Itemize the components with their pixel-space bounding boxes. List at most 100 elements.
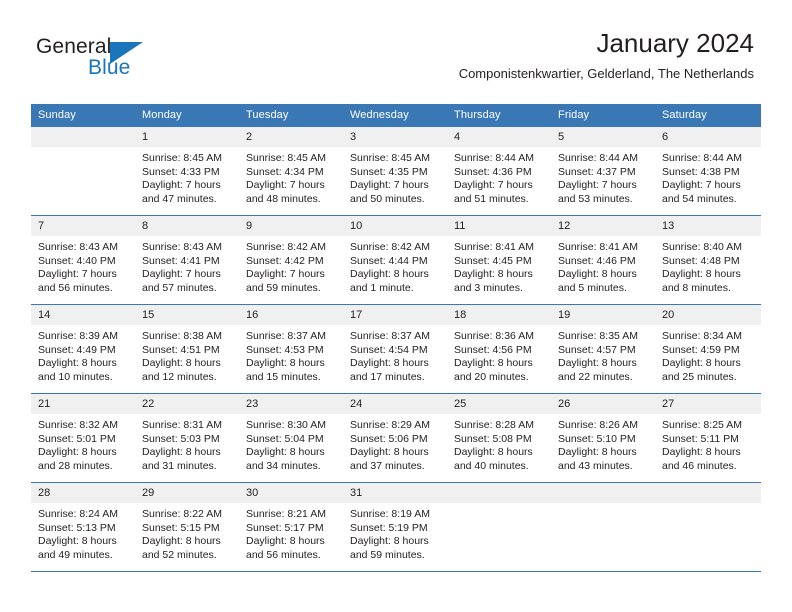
day-details: Sunrise: 8:43 AM Sunset: 4:41 PM Daylight:… xyxy=(135,236,239,295)
day-cell[interactable]: 16 Sunrise: 8:37 AM Sunset: 4:53 PM Dayligh… xyxy=(239,304,343,394)
sunset-text: Sunset: 4:35 PM xyxy=(350,165,428,178)
day-cell[interactable]: 9 Sunrise: 8:42 AM Sunset: 4:42 PM Daylight… xyxy=(239,215,343,305)
daylight-text-line2: and 22 minutes. xyxy=(558,370,633,383)
day-number: 5 xyxy=(551,127,655,147)
daylight-text-line1: Daylight: 8 hours xyxy=(350,446,429,459)
day-cell[interactable]: 28 Sunrise: 8:24 AM Sunset: 5:13 PM Dayligh… xyxy=(31,482,135,572)
day-cell[interactable] xyxy=(551,482,655,572)
day-cell[interactable]: 15 Sunrise: 8:38 AM Sunset: 4:51 PM Dayligh… xyxy=(135,304,239,394)
sunset-text: Sunset: 5:17 PM xyxy=(246,521,324,534)
weekday-header-friday: Friday xyxy=(551,104,655,127)
sunset-text: Sunset: 4:56 PM xyxy=(454,343,532,356)
day-cell[interactable]: 22 Sunrise: 8:31 AM Sunset: 5:03 PM Dayligh… xyxy=(135,393,239,483)
day-cell[interactable]: 12 Sunrise: 8:41 AM Sunset: 4:46 PM Dayligh… xyxy=(551,215,655,305)
day-cell[interactable]: 13 Sunrise: 8:40 AM Sunset: 4:48 PM Dayligh… xyxy=(655,215,761,305)
day-cell[interactable]: 18 Sunrise: 8:36 AM Sunset: 4:56 PM Dayligh… xyxy=(447,304,551,394)
sunset-text: Sunset: 4:49 PM xyxy=(38,343,116,356)
day-details: Sunrise: 8:36 AM Sunset: 4:56 PM Daylight:… xyxy=(447,325,551,384)
day-cell[interactable]: 1 Sunrise: 8:45 AM Sunset: 4:33 PM Daylight… xyxy=(135,126,239,216)
sunrise-text: Sunrise: 8:25 AM xyxy=(662,419,742,431)
sunrise-text: Sunrise: 8:40 AM xyxy=(662,241,742,253)
weekday-header-tuesday: Tuesday xyxy=(239,104,343,127)
day-cell[interactable]: 14 Sunrise: 8:39 AM Sunset: 4:49 PM Dayligh… xyxy=(31,304,135,394)
weekday-header-wednesday: Wednesday xyxy=(343,104,447,127)
sunrise-text: Sunrise: 8:38 AM xyxy=(142,330,222,342)
day-details xyxy=(31,147,135,152)
day-cell[interactable] xyxy=(447,482,551,572)
day-cell[interactable]: 8 Sunrise: 8:43 AM Sunset: 4:41 PM Daylight… xyxy=(135,215,239,305)
sunset-text: Sunset: 5:15 PM xyxy=(142,521,220,534)
daylight-text-line2: and 1 minute. xyxy=(350,281,414,294)
day-number: 1 xyxy=(135,127,239,147)
daylight-text-line1: Daylight: 7 hours xyxy=(38,268,117,281)
sunset-text: Sunset: 4:37 PM xyxy=(558,165,636,178)
sunrise-text: Sunrise: 8:41 AM xyxy=(454,241,534,253)
day-cell[interactable]: 19 Sunrise: 8:35 AM Sunset: 4:57 PM Dayligh… xyxy=(551,304,655,394)
day-cell[interactable]: 6 Sunrise: 8:44 AM Sunset: 4:38 PM Daylight… xyxy=(655,126,761,216)
day-details: Sunrise: 8:32 AM Sunset: 5:01 PM Daylight:… xyxy=(31,414,135,473)
daylight-text-line1: Daylight: 8 hours xyxy=(350,357,429,370)
daylight-text-line2: and 34 minutes. xyxy=(246,459,321,472)
day-cell[interactable] xyxy=(31,126,135,216)
day-number: 29 xyxy=(135,483,239,503)
daylight-text-line1: Daylight: 8 hours xyxy=(662,357,741,370)
day-number: 27 xyxy=(655,394,761,414)
daylight-text-line1: Daylight: 8 hours xyxy=(454,268,533,281)
day-cell[interactable]: 27 Sunrise: 8:25 AM Sunset: 5:11 PM Dayligh… xyxy=(655,393,761,483)
daylight-text-line2: and 54 minutes. xyxy=(662,192,737,205)
sunrise-text: Sunrise: 8:19 AM xyxy=(350,508,430,520)
day-cell[interactable]: 29 Sunrise: 8:22 AM Sunset: 5:15 PM Dayligh… xyxy=(135,482,239,572)
day-number: 12 xyxy=(551,216,655,236)
daylight-text-line2: and 50 minutes. xyxy=(350,192,425,205)
day-cell[interactable]: 11 Sunrise: 8:41 AM Sunset: 4:45 PM Dayligh… xyxy=(447,215,551,305)
day-details: Sunrise: 8:43 AM Sunset: 4:40 PM Daylight:… xyxy=(31,236,135,295)
page-title: January 2024 xyxy=(596,28,754,58)
sunset-text: Sunset: 5:08 PM xyxy=(454,432,532,445)
day-number: 16 xyxy=(239,305,343,325)
daylight-text-line1: Daylight: 8 hours xyxy=(142,535,221,548)
day-cell[interactable]: 7 Sunrise: 8:43 AM Sunset: 4:40 PM Daylight… xyxy=(31,215,135,305)
daylight-text-line1: Daylight: 8 hours xyxy=(662,446,741,459)
day-cell[interactable]: 23 Sunrise: 8:30 AM Sunset: 5:04 PM Dayligh… xyxy=(239,393,343,483)
day-cell[interactable]: 10 Sunrise: 8:42 AM Sunset: 4:44 PM Dayligh… xyxy=(343,215,447,305)
sunset-text: Sunset: 4:53 PM xyxy=(246,343,324,356)
sunrise-text: Sunrise: 8:45 AM xyxy=(142,152,222,164)
day-cell[interactable]: 24 Sunrise: 8:29 AM Sunset: 5:06 PM Dayligh… xyxy=(343,393,447,483)
daylight-text-line1: Daylight: 8 hours xyxy=(558,446,637,459)
day-cell[interactable]: 3 Sunrise: 8:45 AM Sunset: 4:35 PM Daylight… xyxy=(343,126,447,216)
week-row: 14 Sunrise: 8:39 AM Sunset: 4:49 PM Dayligh… xyxy=(31,304,761,394)
day-cell[interactable]: 4 Sunrise: 8:44 AM Sunset: 4:36 PM Daylight… xyxy=(447,126,551,216)
sunrise-text: Sunrise: 8:44 AM xyxy=(454,152,534,164)
daylight-text-line2: and 15 minutes. xyxy=(246,370,321,383)
weekday-header-thursday: Thursday xyxy=(447,104,551,127)
daylight-text-line1: Daylight: 8 hours xyxy=(142,357,221,370)
week-row: 1 Sunrise: 8:45 AM Sunset: 4:33 PM Daylight… xyxy=(31,126,761,216)
daylight-text-line2: and 46 minutes. xyxy=(662,459,737,472)
sunset-text: Sunset: 5:19 PM xyxy=(350,521,428,534)
day-cell[interactable]: 20 Sunrise: 8:34 AM Sunset: 4:59 PM Dayligh… xyxy=(655,304,761,394)
sunset-text: Sunset: 5:10 PM xyxy=(558,432,636,445)
day-cell[interactable]: 31 Sunrise: 8:19 AM Sunset: 5:19 PM Dayligh… xyxy=(343,482,447,572)
daylight-text-line2: and 43 minutes. xyxy=(558,459,633,472)
day-details: Sunrise: 8:30 AM Sunset: 5:04 PM Daylight:… xyxy=(239,414,343,473)
daylight-text-line1: Daylight: 8 hours xyxy=(246,446,325,459)
day-details: Sunrise: 8:45 AM Sunset: 4:33 PM Daylight:… xyxy=(135,147,239,206)
day-cell[interactable] xyxy=(655,482,761,572)
day-cell[interactable]: 17 Sunrise: 8:37 AM Sunset: 4:54 PM Dayligh… xyxy=(343,304,447,394)
day-cell[interactable]: 25 Sunrise: 8:28 AM Sunset: 5:08 PM Dayligh… xyxy=(447,393,551,483)
sunset-text: Sunset: 4:54 PM xyxy=(350,343,428,356)
day-cell[interactable]: 2 Sunrise: 8:45 AM Sunset: 4:34 PM Daylight… xyxy=(239,126,343,216)
daylight-text-line1: Daylight: 7 hours xyxy=(246,179,325,192)
day-cell[interactable]: 30 Sunrise: 8:21 AM Sunset: 5:17 PM Dayligh… xyxy=(239,482,343,572)
day-number: 14 xyxy=(31,305,135,325)
day-details: Sunrise: 8:25 AM Sunset: 5:11 PM Daylight:… xyxy=(655,414,761,473)
day-number: 26 xyxy=(551,394,655,414)
general-blue-logo[interactable]: General Blue xyxy=(36,36,176,84)
logo-word-blue: Blue xyxy=(88,56,131,79)
day-cell[interactable]: 26 Sunrise: 8:26 AM Sunset: 5:10 PM Dayligh… xyxy=(551,393,655,483)
sunset-text: Sunset: 4:41 PM xyxy=(142,254,220,267)
day-number: 10 xyxy=(343,216,447,236)
daylight-text-line1: Daylight: 8 hours xyxy=(142,446,221,459)
day-cell[interactable]: 5 Sunrise: 8:44 AM Sunset: 4:37 PM Daylight… xyxy=(551,126,655,216)
day-cell[interactable]: 21 Sunrise: 8:32 AM Sunset: 5:01 PM Dayligh… xyxy=(31,393,135,483)
